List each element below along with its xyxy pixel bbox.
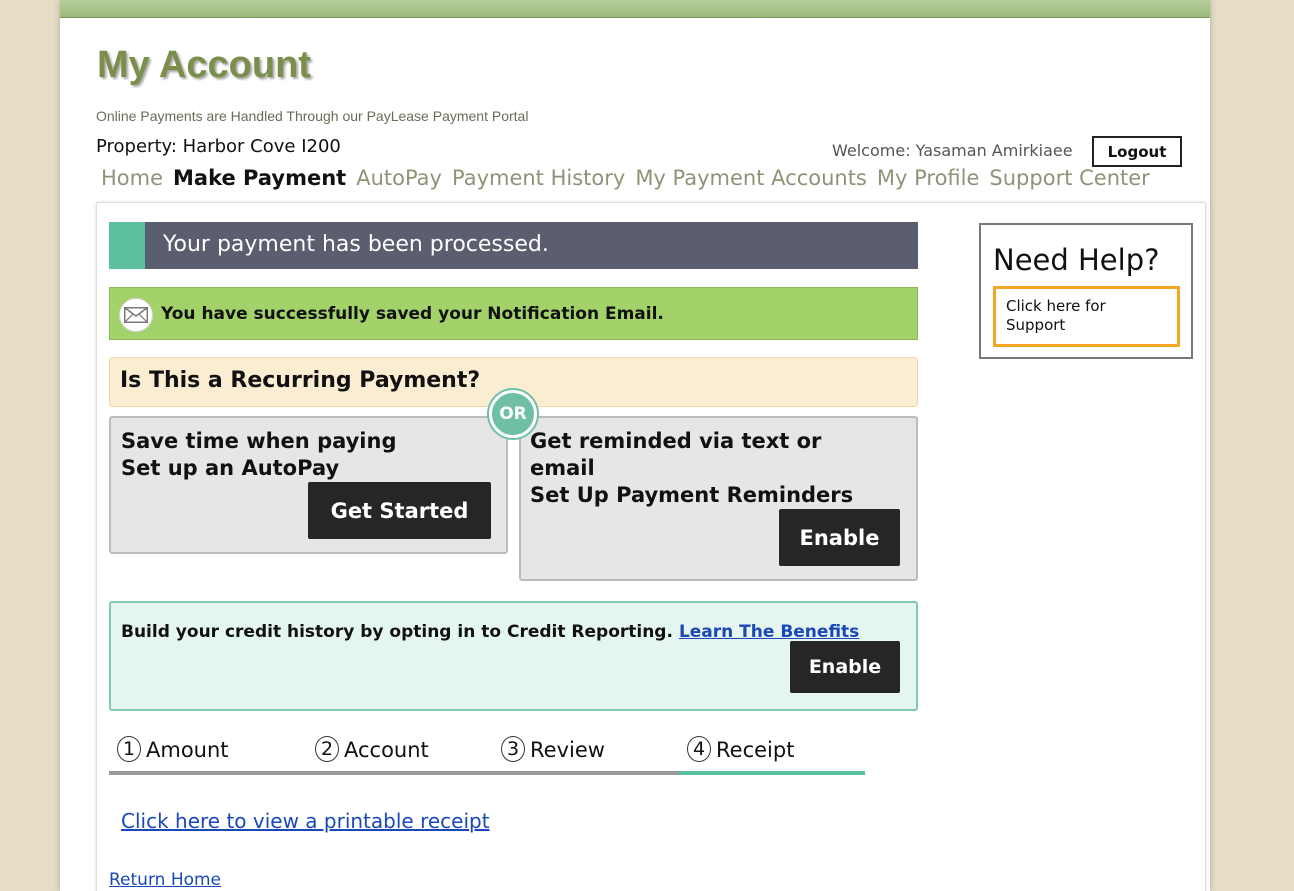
autopay-line-1: Save time when paying (121, 429, 397, 453)
step-number: 4 (687, 736, 711, 762)
step-label: Account (344, 738, 429, 762)
content-panel: Your payment has been processed. You hav… (96, 202, 1206, 891)
nav-item-payment-history[interactable]: Payment History (452, 166, 625, 190)
step-label: Amount (146, 738, 229, 762)
credit-enable-button[interactable]: Enable (790, 641, 900, 693)
step-number: 3 (501, 736, 525, 762)
credit-reporting-message: Build your credit history by opting in t… (121, 622, 673, 642)
reminder-line-3: Set Up Payment Reminders (530, 483, 854, 507)
page-title: My Account (97, 44, 311, 86)
property-name: Property: Harbor Cove I200 (96, 136, 341, 157)
step-label: Receipt (716, 738, 795, 762)
nav-item-home[interactable]: Home (101, 166, 163, 190)
step-number: 2 (315, 736, 339, 762)
envelope-icon (119, 298, 153, 332)
top-bar (60, 0, 1210, 18)
email-notice-text: You have successfully saved your Notific… (161, 304, 664, 324)
need-help-box: Need Help? Click here for Support (979, 223, 1193, 359)
page: My Account Online Payments are Handled T… (60, 0, 1210, 891)
nav-item-autopay[interactable]: AutoPay (356, 166, 442, 190)
credit-reporting-text: Build your credit history by opting in t… (121, 622, 859, 642)
recurring-title: Is This a Recurring Payment? (120, 368, 481, 393)
nav-item-my-payment-accounts[interactable]: My Payment Accounts (635, 166, 867, 190)
welcome-text: Welcome: Yasaman Amirkiaee (832, 141, 1073, 160)
nav-item-support-center[interactable]: Support Center (989, 166, 1149, 190)
main-nav: Home Make Payment AutoPay Payment Histor… (101, 166, 1160, 190)
processed-message: Your payment has been processed. (163, 232, 549, 257)
reminders-enable-button[interactable]: Enable (779, 509, 900, 566)
logout-button[interactable]: Logout (1092, 136, 1182, 167)
get-started-button[interactable]: Get Started (308, 482, 491, 539)
email-saved-notice: You have successfully saved your Notific… (109, 287, 918, 340)
step-label: Review (530, 738, 605, 762)
credit-reporting-box: Build your credit history by opting in t… (109, 601, 918, 711)
return-home-link[interactable]: Return Home (109, 870, 221, 890)
reminder-line-2: email (530, 456, 595, 480)
portal-note: Online Payments are Handled Through our … (96, 108, 529, 124)
payment-reminders-option: Get reminded via text or email Set Up Pa… (519, 416, 918, 581)
step-amount: 1 Amount (109, 727, 307, 775)
or-badge: OR (489, 390, 537, 438)
payment-steps: 1 Amount 2 Account 3 Review 4 Receipt (109, 727, 865, 775)
step-account: 2 Account (307, 727, 493, 775)
payment-processed-banner: Your payment has been processed. (109, 222, 918, 269)
printable-receipt-link[interactable]: Click here to view a printable receipt (121, 809, 490, 833)
autopay-line-2: Set up an AutoPay (121, 456, 340, 480)
step-review: 3 Review (493, 727, 679, 775)
step-receipt: 4 Receipt (679, 727, 865, 775)
nav-item-make-payment[interactable]: Make Payment (173, 166, 346, 190)
banner-accent (109, 222, 145, 269)
step-number: 1 (117, 736, 141, 762)
reminder-line-1: Get reminded via text or (530, 429, 822, 453)
nav-item-my-profile[interactable]: My Profile (877, 166, 980, 190)
learn-benefits-link[interactable]: Learn The Benefits (679, 622, 859, 642)
need-help-title: Need Help? (993, 243, 1160, 277)
support-button[interactable]: Click here for Support (993, 286, 1180, 347)
autopay-option: Save time when paying Set up an AutoPay … (109, 416, 508, 554)
